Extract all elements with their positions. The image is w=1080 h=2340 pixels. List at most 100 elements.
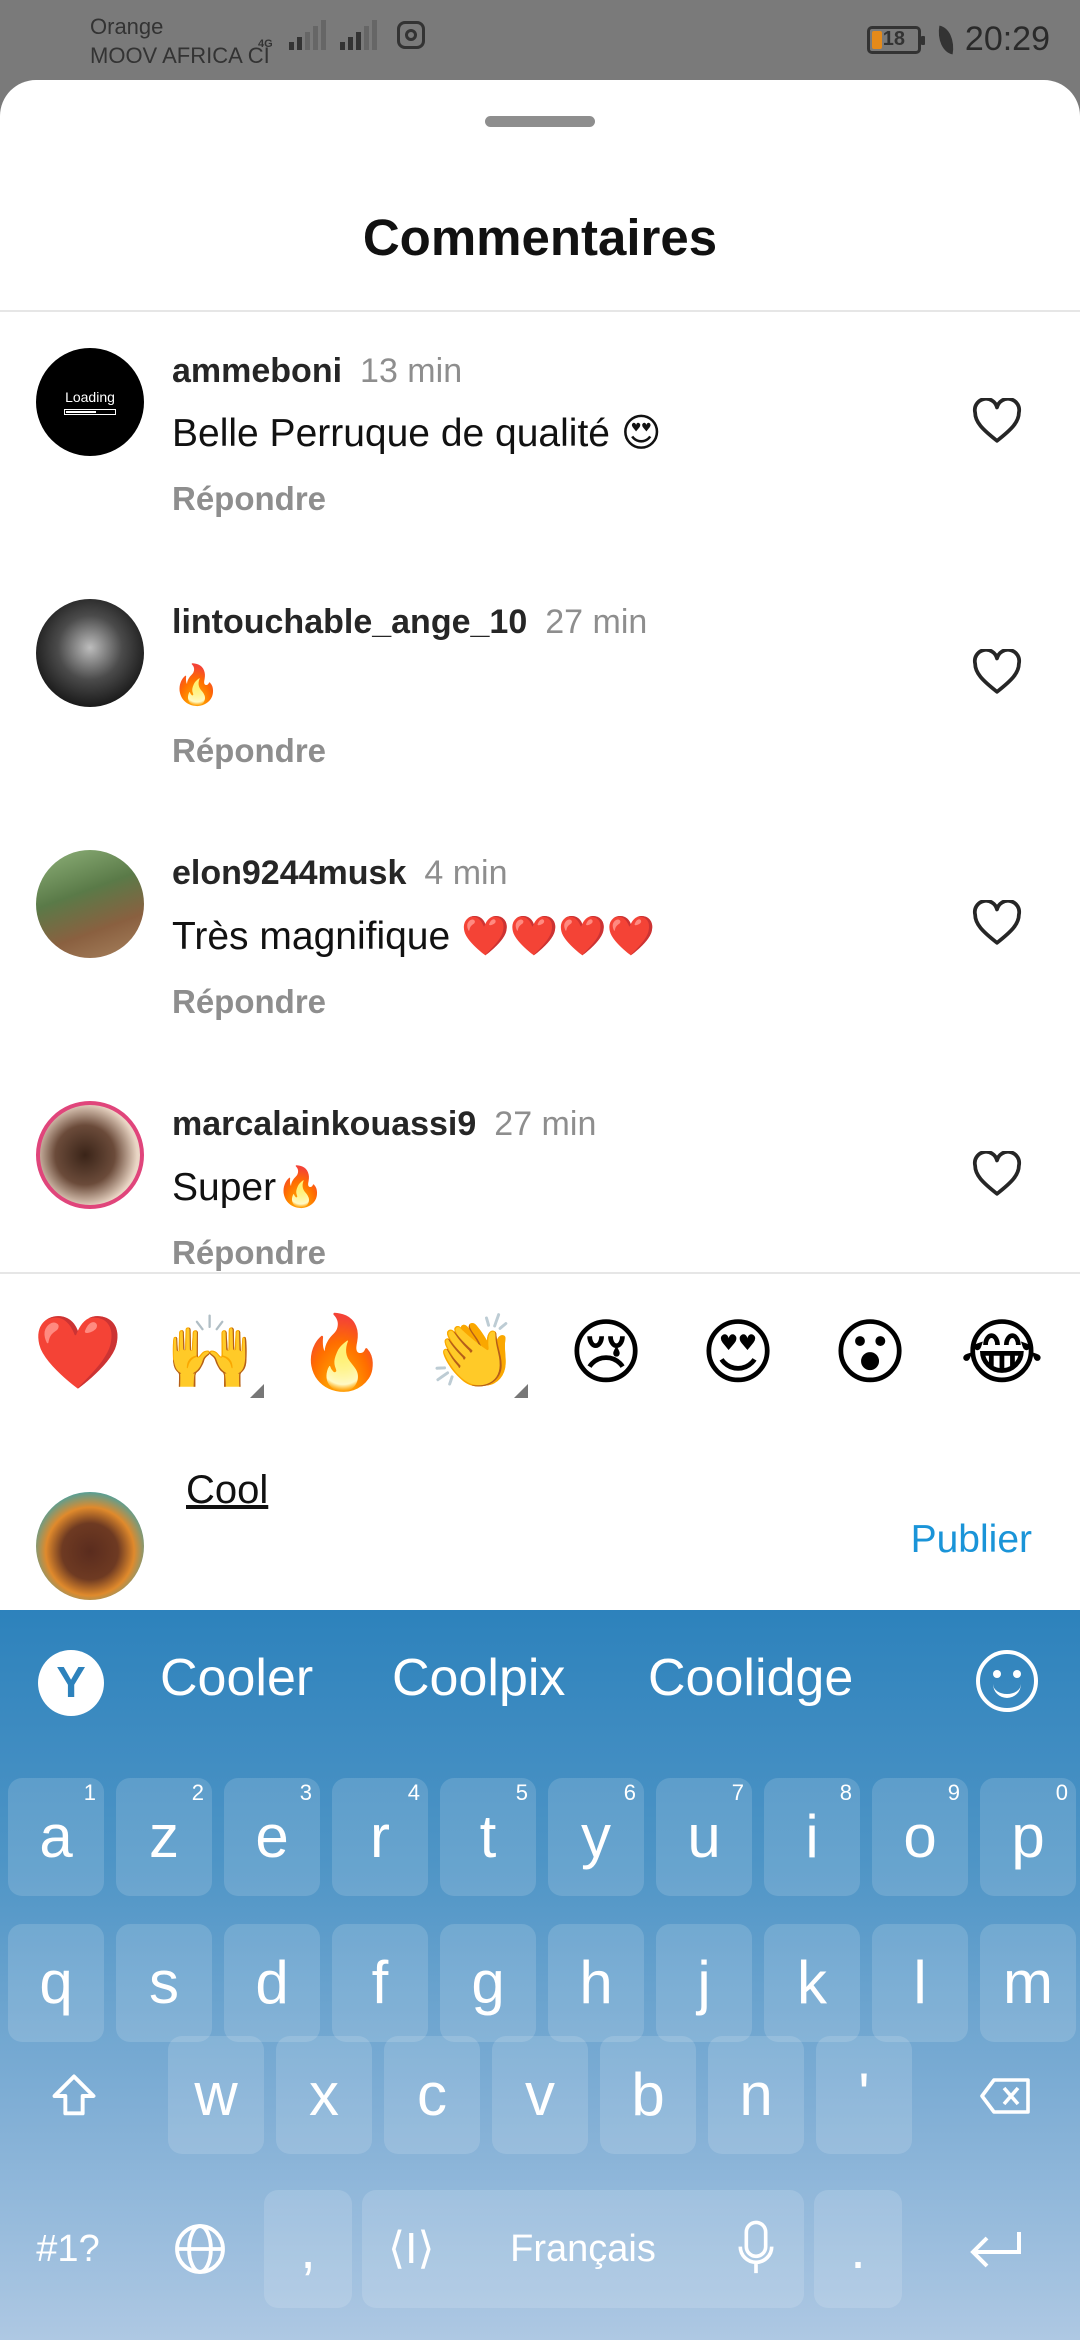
key-d[interactable]: d	[224, 1924, 320, 2042]
emoji-raising-hands-button[interactable]: 🙌	[162, 1304, 258, 1400]
key-y[interactable]: y6	[548, 1778, 644, 1896]
comment-item: marcalainkouassi9 27 min Super🔥 Répondre	[0, 1065, 1080, 1272]
key-number-hint: 7	[731, 1780, 744, 1805]
emoji-crying-button[interactable]: 😢	[558, 1304, 654, 1400]
key-number-hint: 1	[83, 1780, 96, 1805]
language-key[interactable]	[140, 2190, 260, 2308]
like-heart-icon[interactable]	[972, 1151, 1022, 1197]
comment-username[interactable]: elon9244musk	[172, 854, 406, 892]
key-j[interactable]: j	[656, 1924, 752, 2042]
space-key[interactable]: ⟨I⟩ Français	[362, 2190, 804, 2308]
reply-button[interactable]: Répondre	[172, 480, 661, 518]
drag-handle[interactable]	[485, 116, 595, 127]
key-number-hint: 5	[515, 1780, 528, 1805]
key-number-hint: 2	[191, 1780, 204, 1805]
emoji-heart-button[interactable]: ❤️	[30, 1304, 126, 1400]
key-label: l	[913, 1949, 927, 2016]
cursor-move-icon: ⟨I⟩	[388, 2224, 435, 2273]
key-c[interactable]: c	[384, 2036, 480, 2154]
comment-input[interactable]: Cool	[186, 1468, 268, 1513]
key-i[interactable]: i8	[764, 1778, 860, 1896]
key-z[interactable]: z2	[116, 1778, 212, 1896]
comment-item: lintouchable_ange_10 27 min 🔥 Répondre	[0, 563, 1080, 813]
comma-key[interactable]: ,	[264, 2190, 352, 2308]
key-o[interactable]: o9	[872, 1778, 968, 1896]
battery-level: 18	[882, 28, 906, 50]
comment-username[interactable]: marcalainkouassi9	[172, 1105, 476, 1143]
key-label: x	[309, 2061, 339, 2128]
key-f[interactable]: f	[332, 1924, 428, 2042]
key-number-hint: 3	[299, 1780, 312, 1805]
key-t[interactable]: t5	[440, 1778, 536, 1896]
key-v[interactable]: v	[492, 2036, 588, 2154]
emoji-laughing-button[interactable]: 😂	[954, 1304, 1050, 1400]
key-apostrophe[interactable]: '	[816, 2036, 912, 2154]
avatar[interactable]	[36, 1101, 144, 1209]
backspace-key[interactable]	[940, 2036, 1072, 2154]
reply-button[interactable]: Répondre	[172, 732, 647, 770]
enter-icon	[970, 2232, 1021, 2268]
key-q[interactable]: q	[8, 1924, 104, 2042]
globe-icon	[175, 2224, 225, 2274]
space-key-label: Français	[510, 2228, 656, 2270]
shift-key[interactable]	[8, 2036, 140, 2154]
comment-text: 🔥	[172, 664, 221, 707]
emoji-clapping-button[interactable]: 👏	[426, 1304, 522, 1400]
key-k[interactable]: k	[764, 1924, 860, 2042]
enter-key[interactable]	[922, 2190, 1072, 2308]
comment-text: Super🔥	[172, 1166, 325, 1209]
avatar[interactable]	[36, 599, 144, 707]
key-label: d	[255, 1949, 289, 2016]
carrier-label: Orange MOOV AFRICA CI	[90, 12, 270, 70]
like-heart-icon[interactable]	[972, 398, 1022, 444]
key-s[interactable]: s	[116, 1924, 212, 2042]
emoji-surprised-button[interactable]: 😮	[822, 1304, 918, 1400]
key-label: p	[1011, 1803, 1045, 1870]
period-key[interactable]: .	[814, 2190, 902, 2308]
key-u[interactable]: u7	[656, 1778, 752, 1896]
reply-button[interactable]: Répondre	[172, 983, 655, 1021]
suggestion-2[interactable]: Coolpix	[392, 1648, 565, 1708]
key-w[interactable]: w	[168, 2036, 264, 2154]
avatar[interactable]: Loading	[36, 348, 144, 456]
key-e[interactable]: e3	[224, 1778, 320, 1896]
comment-text: Belle Perruque de qualité 😍	[172, 412, 662, 455]
comment-username[interactable]: ammeboni	[172, 352, 342, 390]
avatar[interactable]	[36, 850, 144, 958]
yandex-logo-icon[interactable]: Y	[38, 1650, 104, 1716]
key-l[interactable]: l	[872, 1924, 968, 2042]
comment-time: 27 min	[545, 603, 648, 641]
key-a[interactable]: a1	[8, 1778, 104, 1896]
key-m[interactable]: m	[980, 1924, 1076, 2042]
key-label: g	[471, 1949, 505, 2016]
key-label: n	[739, 2061, 773, 2128]
suggestion-1[interactable]: Cooler	[160, 1648, 313, 1708]
key-g[interactable]: g	[440, 1924, 536, 2042]
key-p[interactable]: p0	[980, 1778, 1076, 1896]
comment-time: 4 min	[424, 854, 508, 892]
key-r[interactable]: r4	[332, 1778, 428, 1896]
key-number-hint: 0	[1055, 1780, 1068, 1805]
emoji-keyboard-icon[interactable]	[976, 1650, 1038, 1712]
publish-button[interactable]: Publier	[911, 1518, 1032, 1562]
emoji-heart-eyes-button[interactable]: 😍	[690, 1304, 786, 1400]
key-x[interactable]: x	[276, 2036, 372, 2154]
comment-list-body[interactable]: Loading ammeboni 13 min Belle Perruque de…	[0, 312, 1080, 1272]
key-b[interactable]: b	[600, 2036, 696, 2154]
key-label: j	[697, 1949, 711, 2016]
key-n[interactable]: n	[708, 2036, 804, 2154]
network-type: 4G	[258, 38, 273, 50]
current-user-avatar	[36, 1492, 144, 1600]
key-number-hint: 9	[947, 1780, 960, 1805]
skin-tone-indicator	[250, 1384, 264, 1398]
emoji-fire-button[interactable]: 🔥	[294, 1304, 390, 1400]
like-heart-icon[interactable]	[972, 649, 1022, 695]
key-label: s	[149, 1949, 179, 2016]
key-h[interactable]: h	[548, 1924, 644, 2042]
symbols-key[interactable]: #1?	[8, 2190, 128, 2308]
reply-button[interactable]: Répondre	[172, 1234, 596, 1272]
like-heart-icon[interactable]	[972, 900, 1022, 946]
comment-username[interactable]: lintouchable_ange_10	[172, 603, 527, 641]
suggestion-3[interactable]: Coolidge	[648, 1648, 853, 1708]
network-icons: 4G	[258, 20, 425, 50]
